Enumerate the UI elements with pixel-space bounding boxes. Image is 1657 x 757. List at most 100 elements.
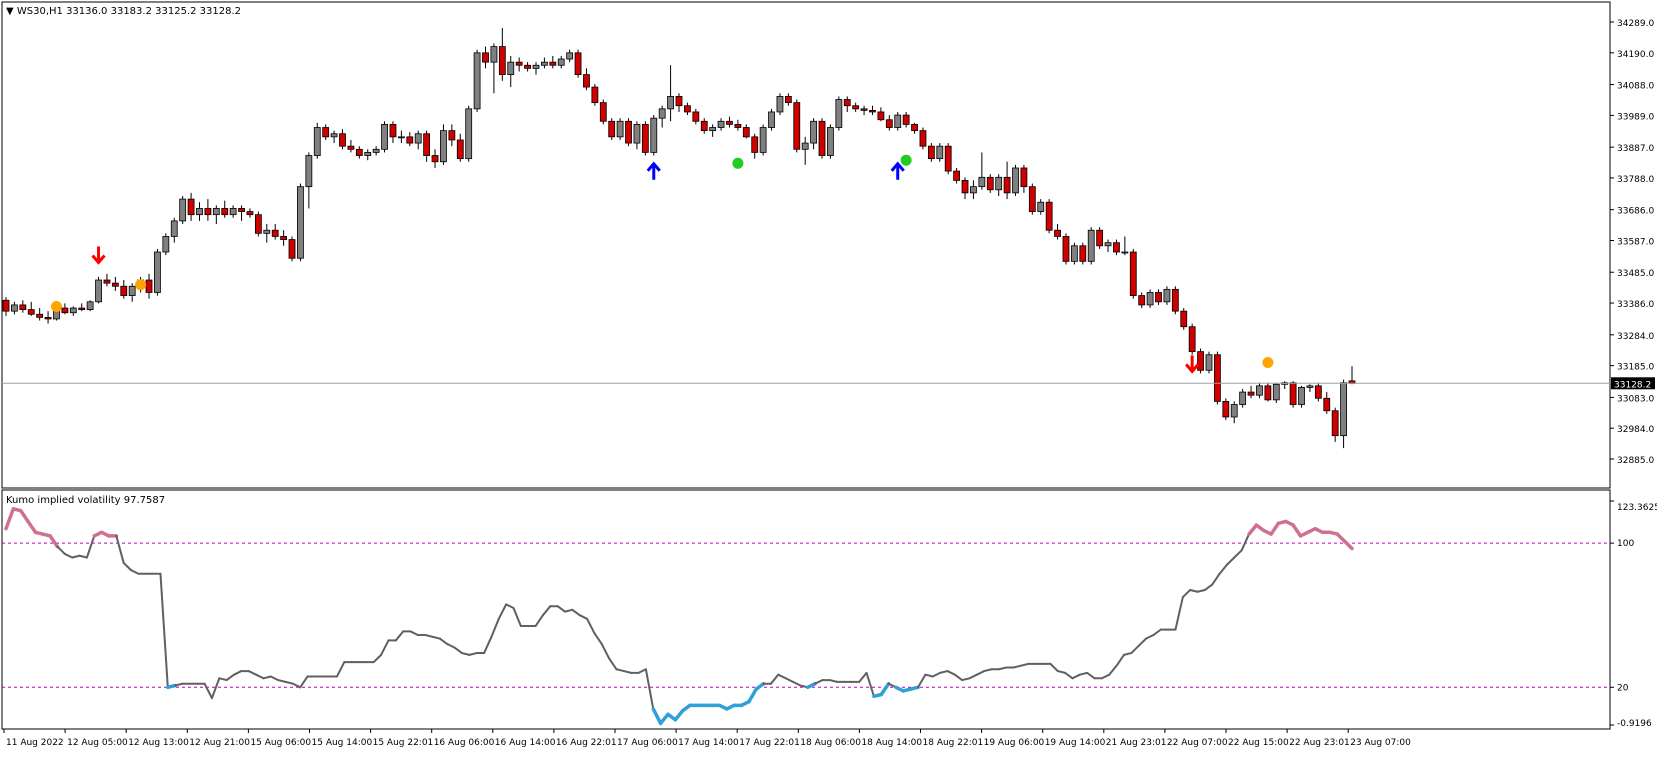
price-axis-label: 33485.0 bbox=[1617, 269, 1654, 279]
volatility-segment bbox=[908, 685, 920, 691]
candle bbox=[827, 124, 834, 159]
price-axis-label: 33284.0 bbox=[1617, 332, 1654, 342]
chart-window[interactable]: 34289.0 34190.0 34088.0 33989.0 33887.0 33788… bbox=[0, 0, 1657, 753]
candle bbox=[254, 211, 262, 237]
indicator-header: Kumo implied volatility 97.7587 bbox=[6, 495, 165, 506]
candle bbox=[440, 124, 447, 165]
price-axis-label: 33989.0 bbox=[1617, 112, 1654, 122]
time-axis-label: 18 Aug 14:00 bbox=[861, 738, 922, 748]
candle bbox=[1222, 398, 1230, 421]
green-dot-icon bbox=[900, 154, 912, 166]
candle bbox=[1062, 233, 1070, 265]
time-axis-label: 16 Aug 06:00 bbox=[434, 738, 495, 748]
candle bbox=[1264, 382, 1272, 402]
candle bbox=[759, 124, 767, 156]
indicator-axis-label: -0.9196 bbox=[1617, 719, 1652, 729]
time-axis-label: 15 Aug 14:00 bbox=[312, 738, 373, 748]
candle bbox=[162, 233, 170, 256]
candle bbox=[835, 96, 843, 131]
main-chart-header: ▼ WS30,H1 33136.0 33183.2 33125.2 33128.… bbox=[6, 6, 241, 17]
price-axis-label: 33083.0 bbox=[1617, 394, 1654, 404]
price-axis-label: 33185.0 bbox=[1617, 363, 1654, 373]
candle bbox=[1214, 351, 1221, 405]
candle bbox=[919, 127, 927, 150]
candle bbox=[591, 83, 599, 106]
candle bbox=[313, 122, 321, 159]
time-axis-label: 12 Aug 21:00 bbox=[189, 738, 250, 748]
candle bbox=[1070, 242, 1078, 265]
price-axis-label: 32885.0 bbox=[1617, 456, 1654, 466]
candle bbox=[1197, 348, 1204, 374]
time-axis-label: 21 Aug 23:01 bbox=[1106, 738, 1167, 748]
time-axis-label: 15 Aug 06:00 bbox=[250, 738, 311, 748]
candle bbox=[616, 118, 624, 140]
price-axis-label: 33686.0 bbox=[1617, 207, 1654, 217]
candle bbox=[608, 118, 616, 140]
price-axis-label: 33788.0 bbox=[1617, 175, 1654, 185]
indicator-axis-label: 123.3625 bbox=[1617, 503, 1657, 513]
time-axis-label: 23 Aug 07:00 bbox=[1350, 738, 1411, 748]
candle bbox=[1012, 164, 1019, 196]
indicator-axis-label: 20 bbox=[1617, 683, 1629, 693]
candle bbox=[381, 121, 388, 153]
time-axis-label: 12 Aug 05:00 bbox=[67, 738, 128, 748]
time-axis-label: 22 Aug 07:00 bbox=[1167, 738, 1228, 748]
candle bbox=[650, 115, 658, 156]
green-dot-icon bbox=[732, 157, 744, 169]
candle bbox=[1188, 323, 1196, 355]
candle bbox=[154, 248, 161, 296]
candle bbox=[894, 111, 902, 131]
candle bbox=[288, 236, 296, 262]
candle bbox=[641, 121, 649, 156]
candle bbox=[1205, 351, 1213, 374]
price-axis-label: 34088.0 bbox=[1617, 82, 1654, 92]
candle bbox=[1298, 385, 1305, 408]
candle bbox=[927, 143, 935, 162]
candle bbox=[818, 118, 826, 159]
price-axis-label: 33386.0 bbox=[1617, 300, 1654, 310]
candle bbox=[1314, 382, 1322, 402]
candle bbox=[936, 143, 944, 162]
candle bbox=[1129, 248, 1137, 299]
candle bbox=[1163, 286, 1171, 305]
candle bbox=[1180, 308, 1188, 330]
time-axis-label: 16 Aug 14:00 bbox=[495, 738, 556, 748]
current-price-label: 33128.2 bbox=[1614, 380, 1651, 390]
candle bbox=[944, 143, 952, 175]
price-axis-label: 33887.0 bbox=[1617, 144, 1654, 154]
candle bbox=[1289, 381, 1297, 408]
time-axis-label: 17 Aug 14:00 bbox=[678, 738, 739, 748]
indicator-axis-label: 100 bbox=[1617, 539, 1634, 549]
time-axis-label: 19 Aug 06:00 bbox=[984, 738, 1045, 748]
candle bbox=[574, 49, 582, 78]
orange-dot-icon bbox=[135, 279, 147, 291]
candle bbox=[1146, 289, 1154, 309]
candle bbox=[986, 174, 994, 193]
candle bbox=[473, 49, 481, 112]
time-axis-label: 22 Aug 15:00 bbox=[1228, 738, 1289, 748]
candle bbox=[599, 99, 607, 125]
candle bbox=[1028, 183, 1036, 215]
price-axis-label: 34190.0 bbox=[1617, 50, 1654, 60]
time-axis-label: 12 Aug 13:00 bbox=[128, 738, 189, 748]
candle bbox=[776, 93, 784, 116]
candle bbox=[95, 276, 102, 304]
candle bbox=[793, 99, 801, 153]
candle bbox=[1045, 199, 1053, 234]
volatility-segment bbox=[166, 683, 177, 690]
orange-dot-icon bbox=[50, 300, 62, 312]
price-axis-label: 32984.0 bbox=[1617, 425, 1654, 435]
candle bbox=[1239, 388, 1247, 408]
candle bbox=[1079, 242, 1087, 265]
chart-canvas[interactable]: 34289.0 34190.0 34088.0 33989.0 33887.0 33788… bbox=[0, 0, 1657, 753]
candle bbox=[768, 108, 775, 131]
time-axis-label: 17 Aug 06:00 bbox=[617, 738, 678, 748]
candle bbox=[1087, 227, 1095, 265]
candle bbox=[297, 183, 304, 262]
time-axis-label: 15 Aug 22:01 bbox=[373, 738, 434, 748]
candle bbox=[179, 195, 187, 225]
candle bbox=[1272, 382, 1280, 403]
candle bbox=[1096, 227, 1104, 249]
price-axis-label: 34289.0 bbox=[1617, 19, 1654, 29]
candle bbox=[625, 118, 632, 147]
